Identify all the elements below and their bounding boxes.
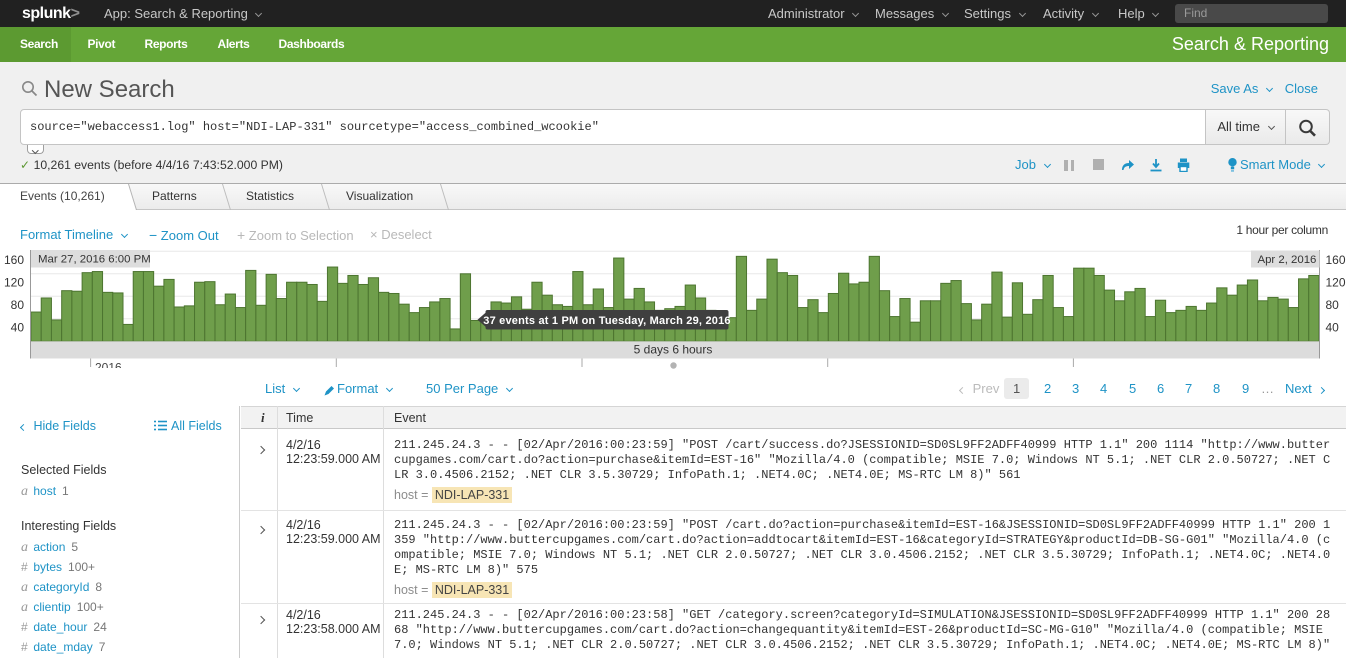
svg-text:40: 40 bbox=[1326, 320, 1340, 334]
svg-text:160: 160 bbox=[1326, 253, 1346, 267]
svg-text:80: 80 bbox=[11, 298, 25, 312]
svg-text:160: 160 bbox=[4, 253, 24, 267]
svg-text:37 events at 1 PM on Tuesday,: 37 events at 1 PM on Tuesday, March 29, … bbox=[483, 315, 730, 327]
svg-text:5 days 6 hours: 5 days 6 hours bbox=[634, 343, 713, 357]
svg-text:Mar 27, 2016 6:00 PM: Mar 27, 2016 6:00 PM bbox=[38, 254, 151, 266]
svg-text:120: 120 bbox=[1326, 275, 1346, 289]
svg-text:120: 120 bbox=[4, 275, 24, 289]
svg-text:40: 40 bbox=[11, 320, 25, 334]
svg-text:Apr 2, 2016: Apr 2, 2016 bbox=[1258, 254, 1317, 266]
svg-text:80: 80 bbox=[1326, 298, 1340, 312]
